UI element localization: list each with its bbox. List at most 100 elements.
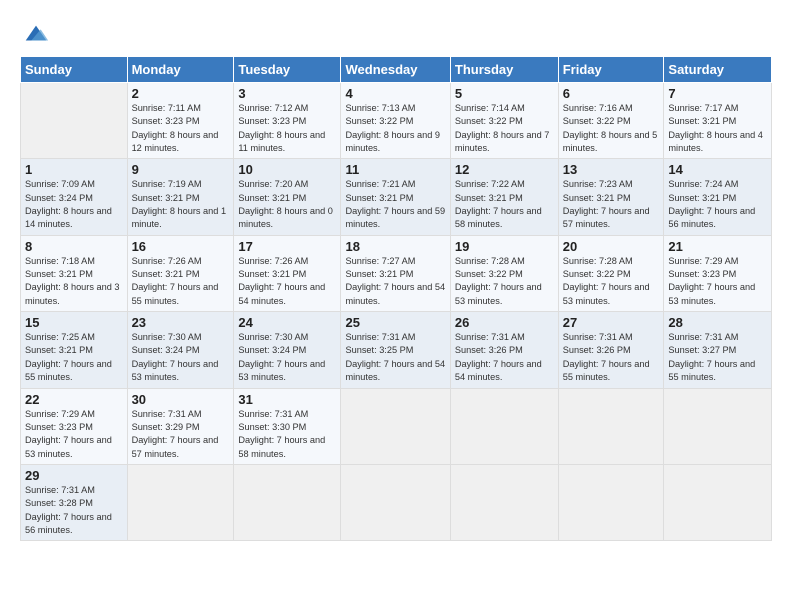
day-info: Sunrise: 7:31 AMSunset: 3:30 PMDaylight:… <box>238 409 325 459</box>
day-info: Sunrise: 7:16 AMSunset: 3:22 PMDaylight:… <box>563 103 658 153</box>
day-number: 14 <box>668 162 767 177</box>
day-cell: 17 Sunrise: 7:26 AMSunset: 3:21 PMDayligh… <box>234 235 341 311</box>
day-info: Sunrise: 7:13 AMSunset: 3:22 PMDaylight:… <box>345 103 440 153</box>
header-friday: Friday <box>558 57 664 83</box>
header-wednesday: Wednesday <box>341 57 450 83</box>
day-cell: 31 Sunrise: 7:31 AMSunset: 3:30 PMDayligh… <box>234 388 341 464</box>
header-saturday: Saturday <box>664 57 772 83</box>
day-number: 16 <box>132 239 230 254</box>
day-cell: 10 Sunrise: 7:20 AMSunset: 3:21 PMDayligh… <box>234 159 341 235</box>
day-info: Sunrise: 7:18 AMSunset: 3:21 PMDaylight:… <box>25 256 120 306</box>
day-cell: 29Sunrise: 7:31 AMSunset: 3:28 PMDayligh… <box>21 464 128 540</box>
day-number: 2 <box>132 86 230 101</box>
day-cell: 8 Sunrise: 7:18 AMSunset: 3:21 PMDaylight… <box>21 235 128 311</box>
day-cell: 22 Sunrise: 7:29 AMSunset: 3:23 PMDayligh… <box>21 388 128 464</box>
day-cell <box>664 388 772 464</box>
day-info: Sunrise: 7:20 AMSunset: 3:21 PMDaylight:… <box>238 179 333 229</box>
day-info: Sunrise: 7:27 AMSunset: 3:21 PMDaylight:… <box>345 256 445 306</box>
day-number: 26 <box>455 315 554 330</box>
day-cell <box>341 464 450 540</box>
day-number: 4 <box>345 86 445 101</box>
day-cell: 19 Sunrise: 7:28 AMSunset: 3:22 PMDayligh… <box>450 235 558 311</box>
day-number: 10 <box>238 162 336 177</box>
day-cell <box>21 83 128 159</box>
day-info: Sunrise: 7:11 AMSunset: 3:23 PMDaylight:… <box>132 103 219 153</box>
header-monday: Monday <box>127 57 234 83</box>
day-number: 21 <box>668 239 767 254</box>
day-cell: 18Sunrise: 7:27 AMSunset: 3:21 PMDayligh… <box>341 235 450 311</box>
header-sunday: Sunday <box>21 57 128 83</box>
day-info: Sunrise: 7:31 AMSunset: 3:26 PMDaylight:… <box>563 332 650 382</box>
day-number: 24 <box>238 315 336 330</box>
day-info: Sunrise: 7:29 AMSunset: 3:23 PMDaylight:… <box>25 409 112 459</box>
day-info: Sunrise: 7:17 AMSunset: 3:21 PMDaylight:… <box>668 103 763 153</box>
day-cell: 28 Sunrise: 7:31 AMSunset: 3:27 PMDayligh… <box>664 312 772 388</box>
week-row-4: 22 Sunrise: 7:29 AMSunset: 3:23 PMDayligh… <box>21 388 772 464</box>
day-info: Sunrise: 7:31 AMSunset: 3:27 PMDaylight:… <box>668 332 755 382</box>
day-number: 8 <box>25 239 123 254</box>
day-info: Sunrise: 7:21 AMSunset: 3:21 PMDaylight:… <box>345 179 445 229</box>
day-info: Sunrise: 7:19 AMSunset: 3:21 PMDaylight:… <box>132 179 227 229</box>
day-cell <box>450 464 558 540</box>
day-info: Sunrise: 7:09 AMSunset: 3:24 PMDaylight:… <box>25 179 112 229</box>
day-number: 1 <box>25 162 123 177</box>
day-cell: 9 Sunrise: 7:19 AMSunset: 3:21 PMDaylight… <box>127 159 234 235</box>
day-number: 22 <box>25 392 123 407</box>
day-number: 30 <box>132 392 230 407</box>
header-tuesday: Tuesday <box>234 57 341 83</box>
day-cell: 13Sunrise: 7:23 AMSunset: 3:21 PMDayligh… <box>558 159 664 235</box>
day-number: 19 <box>455 239 554 254</box>
day-cell <box>558 388 664 464</box>
day-cell: 15 Sunrise: 7:25 AMSunset: 3:21 PMDayligh… <box>21 312 128 388</box>
day-number: 17 <box>238 239 336 254</box>
day-info: Sunrise: 7:30 AMSunset: 3:24 PMDaylight:… <box>132 332 219 382</box>
day-info: Sunrise: 7:31 AMSunset: 3:29 PMDaylight:… <box>132 409 219 459</box>
day-cell <box>450 388 558 464</box>
day-cell: 14 Sunrise: 7:24 AMSunset: 3:21 PMDayligh… <box>664 159 772 235</box>
day-cell: 4 Sunrise: 7:13 AMSunset: 3:22 PMDaylight… <box>341 83 450 159</box>
day-cell <box>341 388 450 464</box>
day-info: Sunrise: 7:25 AMSunset: 3:21 PMDaylight:… <box>25 332 112 382</box>
day-number: 11 <box>345 162 445 177</box>
day-cell: 27 Sunrise: 7:31 AMSunset: 3:26 PMDayligh… <box>558 312 664 388</box>
day-cell: 11 Sunrise: 7:21 AMSunset: 3:21 PMDayligh… <box>341 159 450 235</box>
day-info: Sunrise: 7:24 AMSunset: 3:21 PMDaylight:… <box>668 179 755 229</box>
day-cell: 24 Sunrise: 7:30 AMSunset: 3:24 PMDayligh… <box>234 312 341 388</box>
day-cell <box>664 464 772 540</box>
day-cell: 25Sunrise: 7:31 AMSunset: 3:25 PMDayligh… <box>341 312 450 388</box>
header-row: SundayMondayTuesdayWednesdayThursdayFrid… <box>21 57 772 83</box>
day-number: 9 <box>132 162 230 177</box>
day-number: 13 <box>563 162 660 177</box>
week-row-2: 8 Sunrise: 7:18 AMSunset: 3:21 PMDaylight… <box>21 235 772 311</box>
day-number: 20 <box>563 239 660 254</box>
day-cell: 16Sunrise: 7:26 AMSunset: 3:21 PMDayligh… <box>127 235 234 311</box>
day-info: Sunrise: 7:28 AMSunset: 3:22 PMDaylight:… <box>455 256 542 306</box>
day-number: 3 <box>238 86 336 101</box>
day-cell: 1 Sunrise: 7:09 AMSunset: 3:24 PMDaylight… <box>21 159 128 235</box>
day-number: 15 <box>25 315 123 330</box>
day-cell: 6Sunrise: 7:16 AMSunset: 3:22 PMDaylight… <box>558 83 664 159</box>
day-info: Sunrise: 7:30 AMSunset: 3:24 PMDaylight:… <box>238 332 325 382</box>
header-thursday: Thursday <box>450 57 558 83</box>
day-number: 27 <box>563 315 660 330</box>
day-cell: 21Sunrise: 7:29 AMSunset: 3:23 PMDayligh… <box>664 235 772 311</box>
day-cell <box>234 464 341 540</box>
week-row-3: 15 Sunrise: 7:25 AMSunset: 3:21 PMDayligh… <box>21 312 772 388</box>
day-info: Sunrise: 7:26 AMSunset: 3:21 PMDaylight:… <box>238 256 325 306</box>
calendar-table: SundayMondayTuesdayWednesdayThursdayFrid… <box>20 56 772 541</box>
day-info: Sunrise: 7:22 AMSunset: 3:21 PMDaylight:… <box>455 179 542 229</box>
day-number: 25 <box>345 315 445 330</box>
day-cell: 30 Sunrise: 7:31 AMSunset: 3:29 PMDayligh… <box>127 388 234 464</box>
day-cell: 2 Sunrise: 7:11 AMSunset: 3:23 PMDaylight… <box>127 83 234 159</box>
day-cell <box>558 464 664 540</box>
day-cell: 12Sunrise: 7:22 AMSunset: 3:21 PMDayligh… <box>450 159 558 235</box>
day-info: Sunrise: 7:28 AMSunset: 3:22 PMDaylight:… <box>563 256 650 306</box>
day-cell: 20 Sunrise: 7:28 AMSunset: 3:22 PMDayligh… <box>558 235 664 311</box>
logo-icon <box>22 20 50 48</box>
day-number: 7 <box>668 86 767 101</box>
page: SundayMondayTuesdayWednesdayThursdayFrid… <box>0 0 792 612</box>
day-number: 28 <box>668 315 767 330</box>
day-number: 31 <box>238 392 336 407</box>
day-cell: 5Sunrise: 7:14 AMSunset: 3:22 PMDaylight… <box>450 83 558 159</box>
week-row-1: 1 Sunrise: 7:09 AMSunset: 3:24 PMDaylight… <box>21 159 772 235</box>
